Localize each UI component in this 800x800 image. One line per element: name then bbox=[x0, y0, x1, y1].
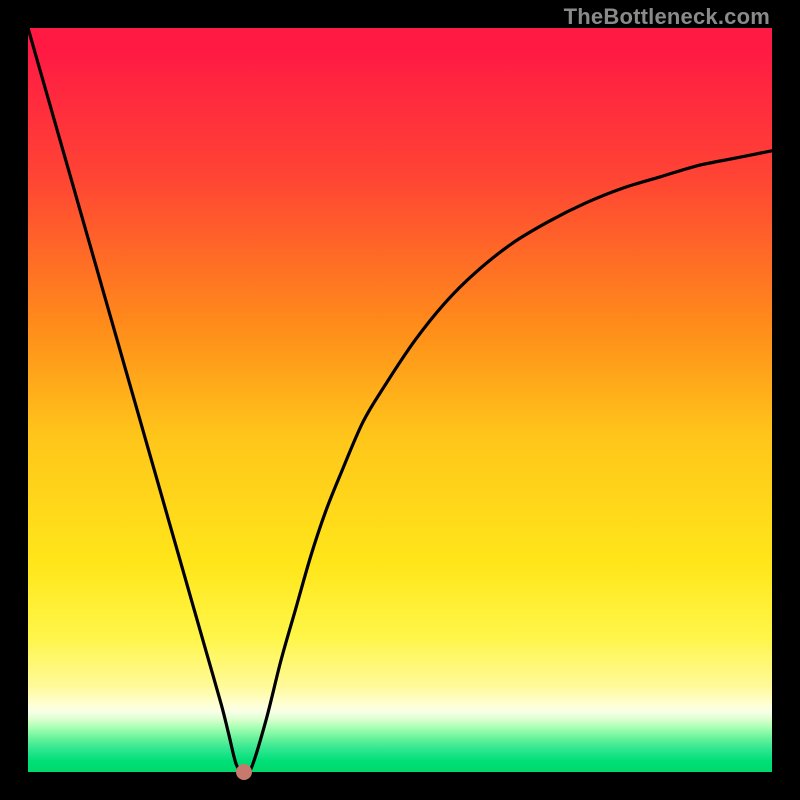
plot-area bbox=[28, 28, 772, 772]
minimum-marker bbox=[236, 764, 252, 780]
chart-frame: TheBottleneck.com bbox=[0, 0, 800, 800]
watermark-text: TheBottleneck.com bbox=[564, 4, 770, 30]
bottleneck-curve bbox=[28, 28, 772, 772]
